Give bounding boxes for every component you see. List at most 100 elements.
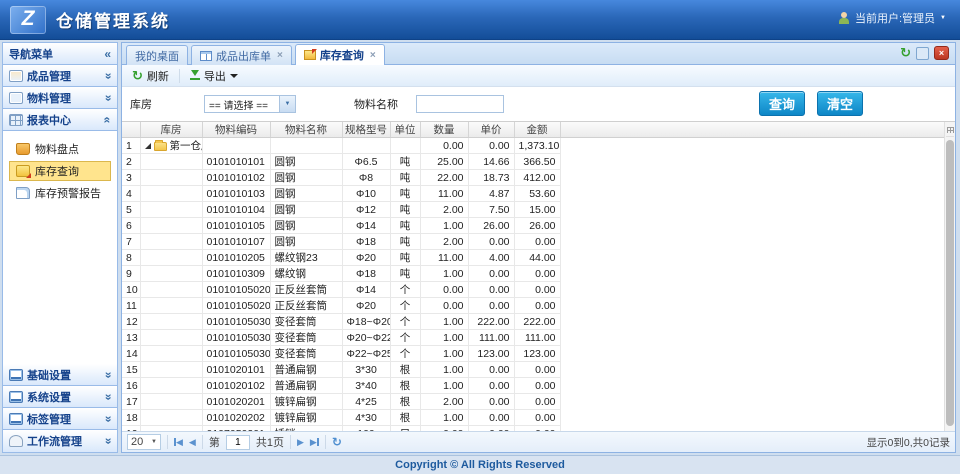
cell-warehouse <box>140 282 202 298</box>
cell-unit: 个 <box>390 330 420 346</box>
total-pages-label: 共1页 <box>256 434 284 450</box>
cell-price: 0.00 <box>468 234 514 250</box>
table-row[interactable]: 150101020101普通扁钢3*30根1.000.000.00 <box>122 362 560 378</box>
select-dropdown-icon[interactable]: ▼ <box>279 96 295 112</box>
col-warehouse[interactable]: 库房 <box>140 122 202 138</box>
cell-code: 0101010104 <box>202 202 270 218</box>
cell-unit <box>390 138 420 154</box>
sidebar-item-stock-warning-report[interactable]: 库存预警报告 <box>9 183 111 203</box>
app-logo: Z <box>10 6 46 34</box>
col-code[interactable]: 物料编码 <box>202 122 270 138</box>
table-row[interactable]: 14010101050303变径套筒Φ22~Φ25个1.00123.00123.… <box>122 346 560 362</box>
last-page-button[interactable]: ▶ <box>310 435 319 449</box>
col-price[interactable]: 单价 <box>468 122 514 138</box>
sidebar-group-workflow[interactable]: 工作流管理 « <box>3 430 117 452</box>
close-tab-icon[interactable]: × <box>370 50 376 61</box>
chevron-down-icon: « <box>103 94 113 101</box>
table-row[interactable]: 160101020102普通扁钢3*40根1.000.000.00 <box>122 378 560 394</box>
sidebar-item-inventory-query[interactable]: 库存查询 <box>9 161 111 181</box>
table-row[interactable]: 180101020202镀锌扁钢4*30根1.000.000.00 <box>122 410 560 426</box>
maximize-icon[interactable] <box>916 47 929 60</box>
cell-price: 0.00 <box>468 138 514 154</box>
scrollbar-thumb[interactable] <box>946 140 954 426</box>
cell-name: 圆钢 <box>270 186 342 202</box>
page-size-select[interactable]: 20 ▼ <box>127 434 161 450</box>
sidebar-group-product[interactable]: 成品管理 « <box>3 65 117 87</box>
cell-code: 0101010107 <box>202 234 270 250</box>
tab-inventory-query[interactable]: 库存查询 × <box>295 44 385 65</box>
table-row[interactable]: 30101010102圆钢Φ8吨22.0018.73412.00 <box>122 170 560 186</box>
cell-num: 17 <box>122 394 140 410</box>
clear-button[interactable]: 清空 <box>817 91 863 116</box>
table-row[interactable]: 80101010205螺纹钢23Φ20吨11.004.0044.00 <box>122 250 560 266</box>
cell-qty: 25.00 <box>420 154 468 170</box>
cell-qty: 0.00 <box>420 282 468 298</box>
sidebar-group-system-settings[interactable]: 系统设置 « <box>3 386 117 408</box>
tree-expander-icon[interactable] <box>145 143 151 149</box>
column-config-icon[interactable] <box>946 123 954 137</box>
cell-num: 12 <box>122 314 140 330</box>
vertical-scrollbar[interactable] <box>944 122 955 431</box>
cell-code: 010101050302 <box>202 330 270 346</box>
table-row[interactable]: 170101020201镀锌扁钢4*25根2.000.000.00 <box>122 394 560 410</box>
sidebar-group-label-manage[interactable]: 标签管理 « <box>3 408 117 430</box>
sidebar-group-report-center[interactable]: 报表中心 « <box>3 109 117 131</box>
table-row[interactable]: 50101010104圆钢Φ12吨2.007.5015.00 <box>122 202 560 218</box>
cell-amount: 412.00 <box>514 170 560 186</box>
col-spec[interactable]: 规格型号 <box>342 122 390 138</box>
cell-code: 010101050303 <box>202 346 270 362</box>
user-menu[interactable]: 当前用户:管理员 ▼ <box>838 10 946 26</box>
first-page-button[interactable]: ◀ <box>174 435 183 449</box>
next-page-button[interactable]: ▶ <box>297 435 304 449</box>
table-row[interactable]: 12010101050301变径套筒Φ18~Φ20个1.00222.00222.… <box>122 314 560 330</box>
cell-spec: 4*25 <box>342 394 390 410</box>
warehouse-select[interactable]: == 请选择 == ▼ <box>204 95 296 113</box>
tabbar-refresh-icon[interactable]: ↻ <box>900 46 911 60</box>
cell-qty: 1.00 <box>420 362 468 378</box>
sidebar-group-material[interactable]: 物料管理 « <box>3 87 117 109</box>
cell-amount: 0.00 <box>514 266 560 282</box>
cell-qty: 2.00 <box>420 202 468 218</box>
col-rownum[interactable] <box>122 122 140 138</box>
sidebar-header: 导航菜单 « <box>3 43 117 65</box>
cell-amount: 123.00 <box>514 346 560 362</box>
prev-page-button[interactable]: ◀ <box>189 435 196 449</box>
export-dropdown-icon[interactable] <box>230 74 238 78</box>
sidebar-collapse-icon[interactable]: « <box>104 49 111 59</box>
table-row[interactable]: 90101010309螺纹钢Φ18吨1.000.000.00 <box>122 266 560 282</box>
sidebar-item-material-count[interactable]: 物料盘点 <box>9 139 111 159</box>
table-row[interactable]: 13010101050302变径套筒Φ20~Φ22个1.00111.00111.… <box>122 330 560 346</box>
table-row[interactable]: 11010101050204正反丝套筒Φ20个0.000.000.00 <box>122 298 560 314</box>
col-name[interactable]: 物料名称 <box>270 122 342 138</box>
table-row[interactable]: 10010101050201正反丝套筒Φ14个0.000.000.00 <box>122 282 560 298</box>
table-row[interactable]: 1第一仓库0.000.001,373.10 <box>122 138 560 154</box>
tab-my-desktop[interactable]: 我的桌面 <box>126 45 188 65</box>
table-row[interactable]: 190107050201插销100只0.000.000.00 <box>122 426 560 432</box>
user-dropdown-icon[interactable]: ▼ <box>940 15 946 21</box>
cell-amount: 222.00 <box>514 314 560 330</box>
cell-warehouse <box>140 202 202 218</box>
close-panel-icon[interactable]: × <box>934 46 949 60</box>
col-unit[interactable]: 单位 <box>390 122 420 138</box>
table-row[interactable]: 60101010105圆钢Φ14吨1.0026.0026.00 <box>122 218 560 234</box>
cell-num: 4 <box>122 186 140 202</box>
tab-bar: 我的桌面 成品出库单 × 库存查询 × ↻ × <box>121 42 956 65</box>
inventory-grid: 库房 物料编码 物料名称 规格型号 单位 数量 单价 金额 1第一仓库0.000… <box>122 121 955 431</box>
refresh-button[interactable]: ↻ 刷新 <box>128 67 173 85</box>
table-row[interactable]: 20101010101圆钢Φ6.5吨25.0014.66366.50 <box>122 154 560 170</box>
tab-product-outbound[interactable]: 成品出库单 × <box>191 45 292 65</box>
footer: Copyright © All Rights Reserved <box>0 455 960 474</box>
search-button[interactable]: 查询 <box>759 91 805 116</box>
sidebar-group-basic-settings[interactable]: 基础设置 « <box>3 364 117 386</box>
material-name-input[interactable] <box>416 95 504 113</box>
cell-code: 0101010105 <box>202 218 270 234</box>
page-number-input[interactable] <box>226 435 250 450</box>
col-amount[interactable]: 金额 <box>514 122 560 138</box>
table-row[interactable]: 40101010103圆钢Φ10吨11.004.8753.60 <box>122 186 560 202</box>
sidebar: 导航菜单 « 成品管理 « 物料管理 « 报表中心 « 物料盘 <box>2 42 118 453</box>
col-qty[interactable]: 数量 <box>420 122 468 138</box>
table-row[interactable]: 70101010107圆钢Φ18吨2.000.000.00 <box>122 234 560 250</box>
export-button[interactable]: 导出 <box>186 67 242 85</box>
pager-refresh-icon[interactable]: ↻ <box>332 435 342 449</box>
close-tab-icon[interactable]: × <box>277 50 283 61</box>
